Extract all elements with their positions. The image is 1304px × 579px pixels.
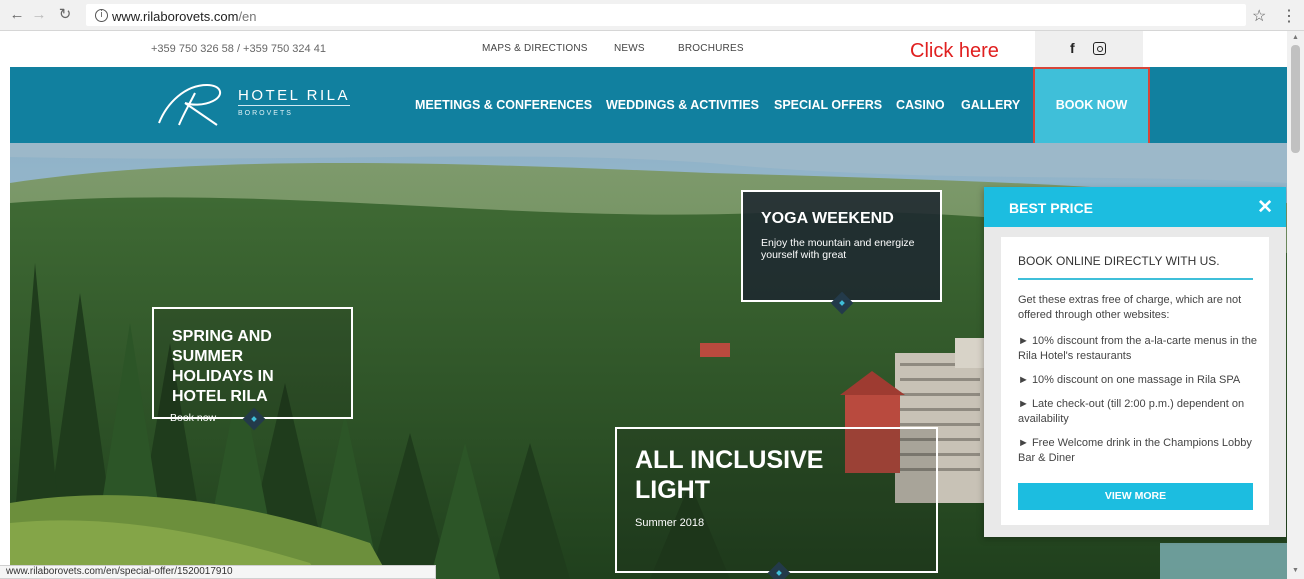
extras-intro: Get these extras free of charge, which a… [1018,294,1242,321]
scroll-down-arrow-icon[interactable]: ▼ [1292,567,1299,574]
extra-item-late-checkout: ► Late check-out (till 2:00 p.m.) depend… [1018,398,1245,425]
bookmark-star-icon[interactable]: ☆ [1252,6,1266,26]
extra-item-welcome-drink: ► Free Welcome drink in the Champions Lo… [1018,437,1252,464]
status-bar-url: www.rilaborovets.com/en/special-offer/15… [0,565,436,579]
spring-book-now-link[interactable]: Book now [170,412,216,424]
back-arrow-icon[interactable]: ← [8,6,26,24]
forward-arrow-icon[interactable]: → [30,6,48,24]
scrollbar-thumb[interactable] [1291,45,1300,153]
best-price-panel: BEST PRICE ✕ BOOK ONLINE DIRECTLY WITH U… [984,187,1286,537]
best-price-card: BOOK ONLINE DIRECTLY WITH US. Get these … [1001,237,1269,525]
url-text[interactable]: www.rilaborovets.com/en [112,9,257,24]
click-here-annotation: Click here [910,40,999,62]
close-icon[interactable]: ✕ [1257,196,1273,219]
nav-gallery[interactable]: GALLERY [961,98,1020,112]
book-now-label: BOOK NOW [1055,98,1128,112]
logo-subtitle: BOROVETS [238,110,293,117]
brochures-link[interactable]: BROCHURES [678,43,744,54]
best-price-header: BEST PRICE ✕ [984,187,1286,227]
book-online-heading: BOOK ONLINE DIRECTLY WITH US. [1018,254,1220,268]
all-inclusive-text: Summer 2018 [635,517,705,529]
heading-underline [1018,278,1253,280]
nav-casino[interactable]: CASINO [896,98,945,112]
maps-directions-link[interactable]: MAPS & DIRECTIONS [482,43,588,54]
scroll-up-arrow-icon[interactable]: ▲ [1292,34,1299,41]
yoga-weekend-title: YOGA WEEKEND [761,210,894,227]
nav-special-offers[interactable]: SPECIAL OFFERS [774,98,882,112]
view-more-button[interactable]: VIEW MORE [1018,483,1253,510]
nav-weddings-activities[interactable]: WEDDINGS & ACTIVITIES [606,98,759,112]
hotel-rila-logo-icon[interactable] [155,79,230,129]
facebook-icon[interactable]: f [1070,40,1075,56]
page-scrollbar[interactable]: ▲ ▼ [1287,31,1304,579]
nav-meetings-conferences[interactable]: MEETINGS & CONFERENCES [415,98,592,112]
best-price-title: BEST PRICE [1009,200,1094,216]
yoga-weekend-text: Enjoy the mountain and energize yourself… [761,237,915,261]
spring-summer-title: SPRING AND SUMMER HOLIDAYS IN HOTEL RILA [172,328,274,405]
all-inclusive-title: ALL INCLUSIVE LIGHT [635,446,824,504]
news-link[interactable]: NEWS [614,43,645,54]
instagram-icon[interactable] [1093,42,1106,55]
social-links [1035,31,1143,67]
menu-kebab-icon[interactable]: ⋮ [1281,6,1297,26]
logo-divider [238,105,350,106]
extra-item-massage: ► 10% discount on one massage in Rila SP… [1018,374,1241,386]
utility-bar: +359 750 326 58 / +359 750 324 41 MAPS &… [10,31,1287,67]
address-bar[interactable] [86,4,1246,26]
main-navigation: HOTEL RILA BOROVETS MEETINGS & CONFERENC… [10,67,1287,145]
browser-toolbar: ← → ↻ i www.rilaborovets.com/en ☆ ⋮ [0,0,1304,31]
yoga-weekend-card[interactable]: YOGA WEEKEND Enjoy the mountain and ener… [741,190,942,302]
extra-item-restaurant: ► 10% discount from the a-la-carte menus… [1018,335,1257,362]
info-icon[interactable]: i [95,9,108,22]
reload-icon[interactable]: ↻ [56,6,74,24]
spring-summer-card[interactable]: SPRING AND SUMMER HOLIDAYS IN HOTEL RILA [152,307,353,419]
book-now-button[interactable]: BOOK NOW [1033,67,1150,145]
logo-title[interactable]: HOTEL RILA [238,87,350,104]
phone-numbers: +359 750 326 58 / +359 750 324 41 [151,43,326,55]
all-inclusive-card[interactable]: ALL INCLUSIVE LIGHT Summer 2018 [615,427,938,573]
